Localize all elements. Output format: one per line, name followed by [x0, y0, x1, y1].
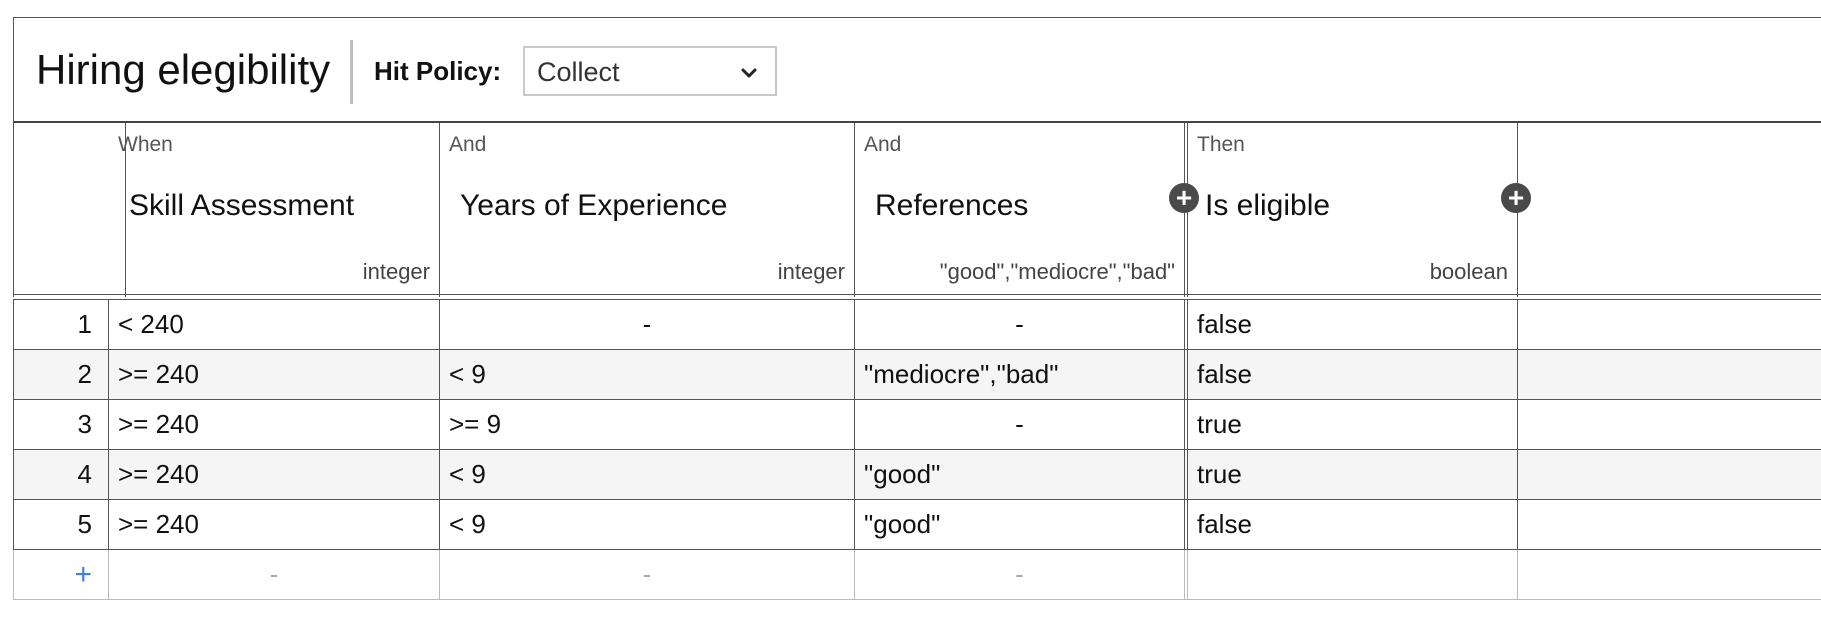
rule-cell[interactable]: >= 9 — [440, 400, 855, 449]
input-column-references[interactable]: And References "good","mediocre","bad" — [855, 123, 1188, 297]
row-number[interactable]: 4 — [13, 450, 109, 499]
table-row: 1 < 240 - - false — [13, 300, 1821, 350]
rule-cell[interactable]: true — [1188, 400, 1518, 449]
rule-cell[interactable]: - — [855, 300, 1188, 349]
chevron-down-icon — [739, 63, 759, 88]
rule-cell[interactable]: >= 240 — [109, 500, 440, 549]
row-number[interactable]: 1 — [13, 300, 109, 349]
decision-table: Hiring elegibility Hit Policy: Collect W… — [13, 17, 1821, 607]
column-type: integer — [777, 259, 845, 284]
table-row: 5 >= 240 < 9 "good" false — [13, 500, 1821, 550]
add-output-column-button[interactable]: + — [1501, 183, 1531, 213]
hit-policy-value: Collect — [537, 57, 620, 87]
row-number[interactable]: 5 — [13, 500, 109, 549]
rule-cell[interactable]: >= 240 — [109, 450, 440, 499]
annotation-cell[interactable] — [1518, 550, 1821, 599]
column-name[interactable]: Years of Experience — [460, 189, 727, 223]
input-column-years-of-experience[interactable]: And Years of Experience integer — [440, 123, 855, 297]
new-rule-placeholder[interactable]: - — [440, 550, 855, 599]
rule-cell[interactable]: true — [1188, 450, 1518, 499]
column-keyword: When — [118, 133, 173, 156]
column-name[interactable]: References — [875, 189, 1028, 223]
row-number[interactable]: 2 — [13, 350, 109, 399]
add-rule-button[interactable]: + — [13, 550, 109, 599]
annotation-cell[interactable] — [1518, 300, 1821, 349]
rule-cell[interactable]: false — [1188, 350, 1518, 399]
hit-policy-select[interactable]: Collect — [523, 46, 777, 96]
new-rule-placeholder[interactable]: - — [109, 550, 440, 599]
annotation-column — [1518, 123, 1821, 297]
rule-cell[interactable]: "good" — [855, 450, 1188, 499]
column-keyword: And — [864, 133, 902, 156]
column-name[interactable]: Is eligible — [1205, 189, 1330, 223]
column-keyword: Then — [1197, 133, 1245, 156]
output-column-is-eligible[interactable]: Then Is eligible boolean — [1188, 123, 1518, 297]
table-row: 2 >= 240 < 9 "mediocre","bad" false — [13, 350, 1821, 400]
add-rule-row: + - - - — [13, 550, 1821, 600]
hit-policy-label: Hit Policy: — [374, 56, 502, 86]
decision-table-header: Hiring elegibility Hit Policy: Collect — [13, 17, 1821, 123]
new-rule-placeholder[interactable] — [1188, 550, 1518, 599]
annotation-cell[interactable] — [1518, 350, 1821, 399]
table-row: 3 >= 240 >= 9 - true — [13, 400, 1821, 450]
rule-cell[interactable]: false — [1188, 500, 1518, 549]
column-name[interactable]: Skill Assessment — [129, 189, 354, 223]
title-separator — [350, 40, 353, 104]
annotation-cell[interactable] — [1518, 450, 1821, 499]
rule-cell[interactable]: < 240 — [109, 300, 440, 349]
input-column-skill-assessment[interactable]: When Skill Assessment integer — [109, 123, 440, 297]
annotation-cell[interactable] — [1518, 400, 1821, 449]
row-number[interactable]: 3 — [13, 400, 109, 449]
table-title[interactable]: Hiring elegibility — [36, 46, 330, 94]
add-input-column-button[interactable]: + — [1169, 183, 1199, 213]
annotation-cell[interactable] — [1518, 500, 1821, 549]
table-row: 4 >= 240 < 9 "good" true — [13, 450, 1821, 500]
new-rule-placeholder[interactable]: - — [855, 550, 1188, 599]
column-type: boolean — [1429, 259, 1508, 284]
rule-cell[interactable]: "mediocre","bad" — [855, 350, 1188, 399]
column-type: integer — [362, 259, 430, 284]
rule-cell[interactable]: "good" — [855, 500, 1188, 549]
rule-cell[interactable]: < 9 — [440, 350, 855, 399]
rule-cell[interactable]: - — [855, 400, 1188, 449]
rule-cell[interactable]: false — [1188, 300, 1518, 349]
rule-cell[interactable]: >= 240 — [109, 400, 440, 449]
rule-cell[interactable]: < 9 — [440, 500, 855, 549]
rule-cell[interactable]: - — [440, 300, 855, 349]
rule-cell[interactable]: >= 240 — [109, 350, 440, 399]
column-type: "good","mediocre","bad" — [939, 259, 1175, 284]
rule-cell[interactable]: < 9 — [440, 450, 855, 499]
column-keyword: And — [449, 133, 487, 156]
